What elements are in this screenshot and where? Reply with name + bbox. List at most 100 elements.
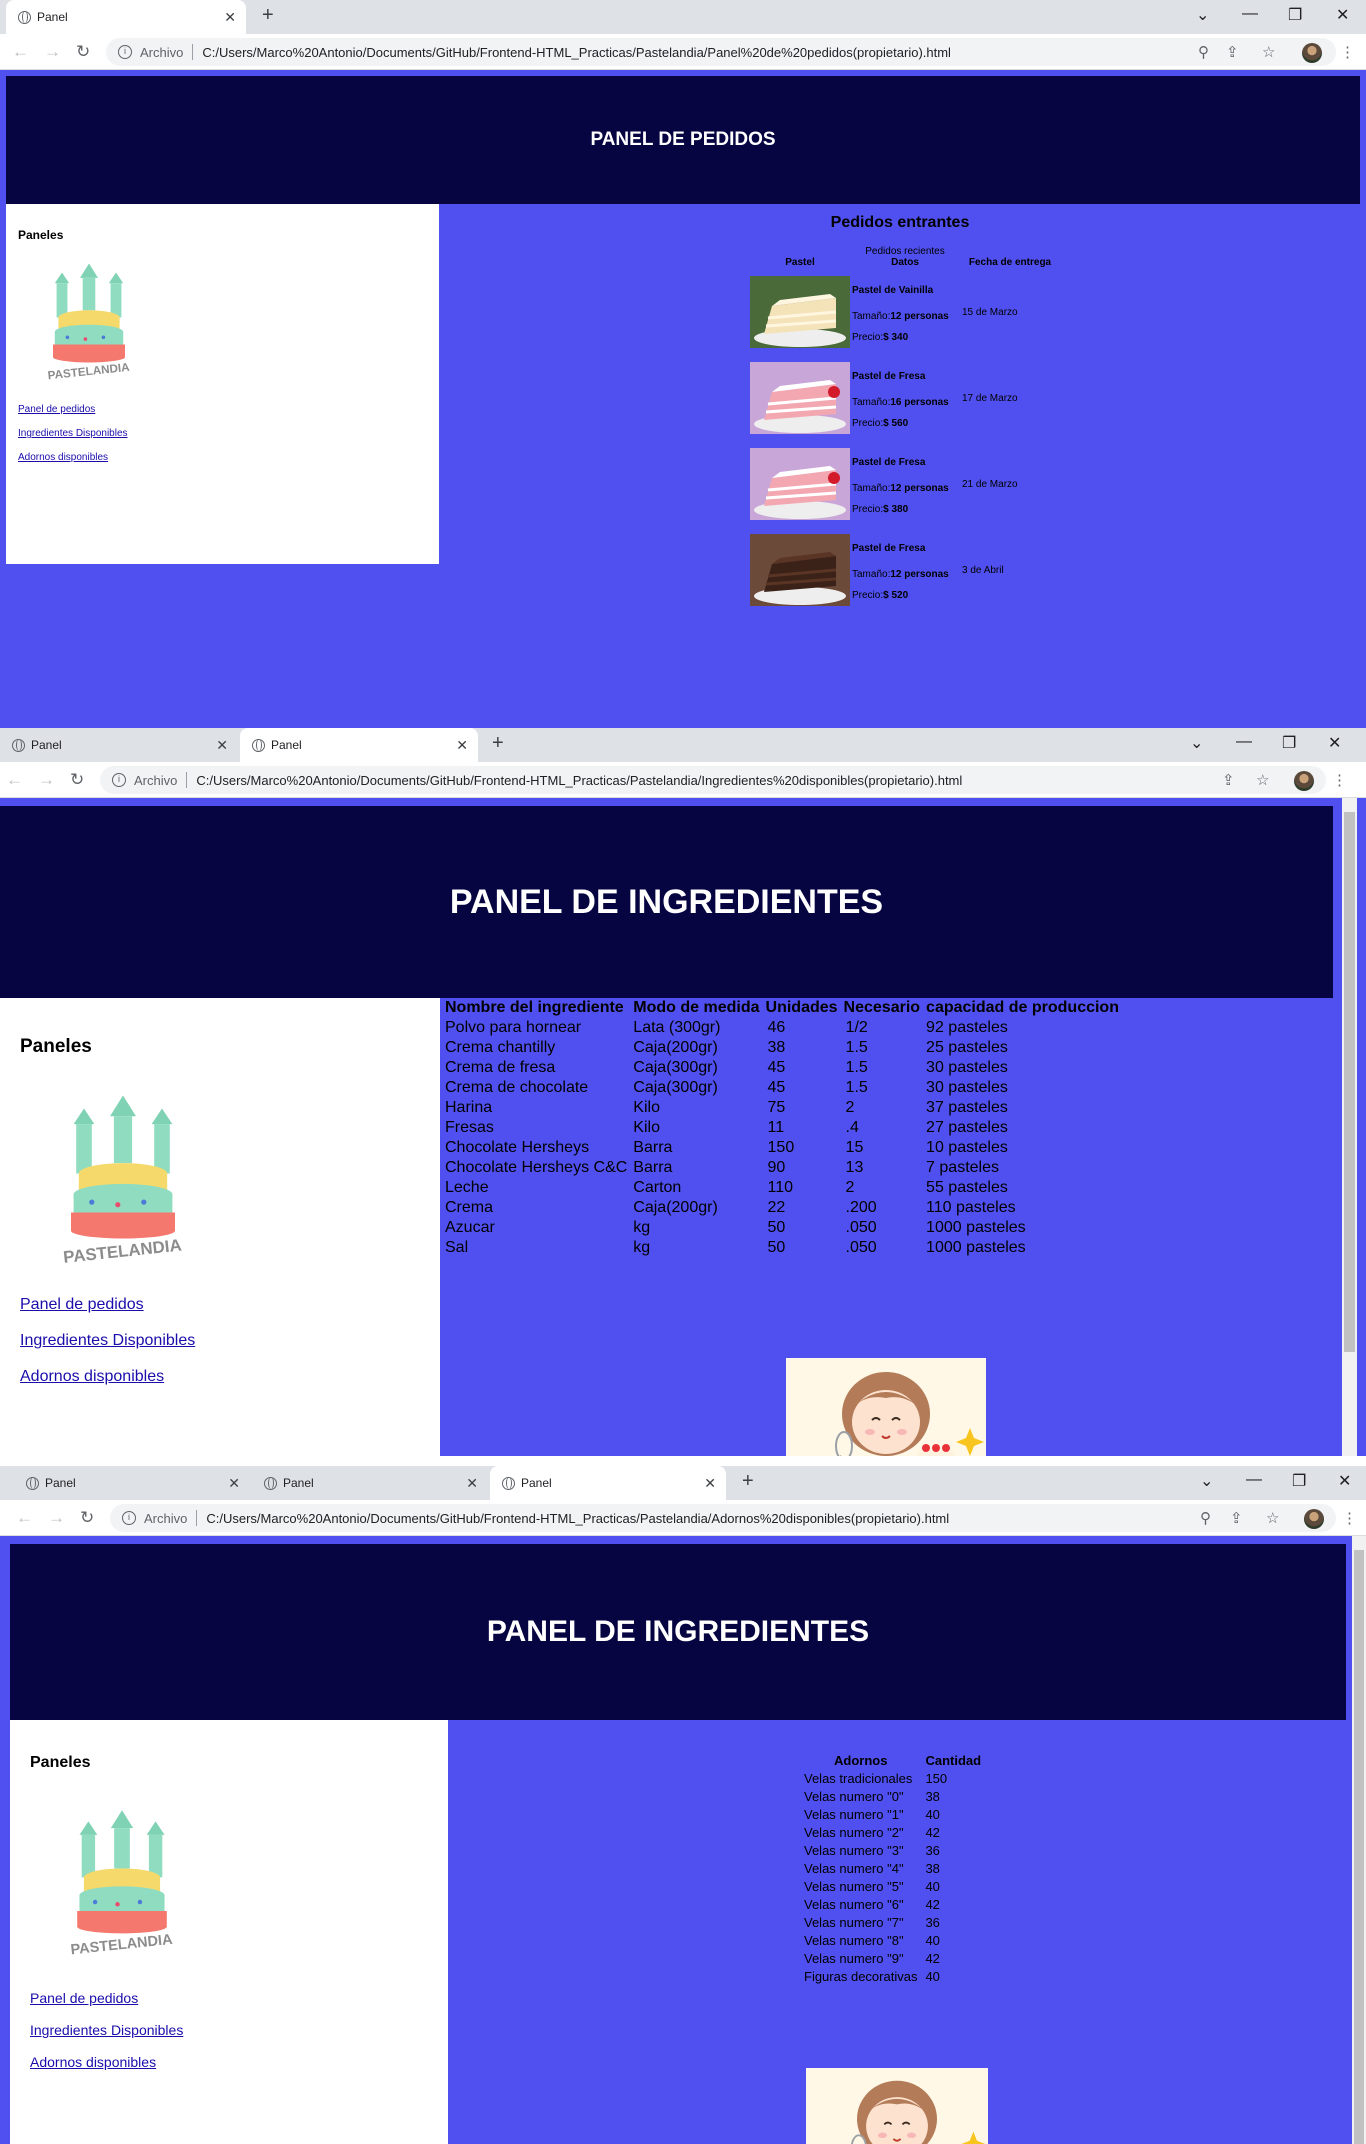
tab-search-icon[interactable]: ⌄ xyxy=(1200,1471,1213,1491)
restore-icon[interactable]: ❐ xyxy=(1282,733,1296,753)
globe-icon xyxy=(252,738,265,752)
forward-icon[interactable]: → xyxy=(44,42,61,62)
adornos-table: Adornos Cantidad Velas tradicionales 150 V… xyxy=(800,1752,985,1986)
ingredient-cell: 45 xyxy=(767,1059,786,1076)
sidebar-link-ingredientes[interactable]: Ingredientes Disponibles xyxy=(18,428,128,439)
bookmark-star-icon[interactable]: ☆ xyxy=(1262,43,1275,61)
ingredient-cell: 25 pasteles xyxy=(926,1039,1008,1056)
profile-avatar[interactable] xyxy=(1294,771,1314,791)
forward-icon[interactable]: → xyxy=(38,770,55,790)
url-text[interactable]: C:/Users/Marco%20Antonio/Documents/GitHu… xyxy=(196,773,962,788)
order-name: Pastel de Fresa xyxy=(852,371,926,382)
restore-icon[interactable]: ❐ xyxy=(1292,1471,1306,1491)
page-header: PANEL DE INGREDIENTES xyxy=(0,806,1333,998)
share-icon[interactable]: ⇪ xyxy=(1226,43,1239,61)
back-icon[interactable]: ← xyxy=(16,1508,33,1528)
restore-icon[interactable]: ❐ xyxy=(1288,5,1302,25)
scrollbar[interactable] xyxy=(1342,798,1357,1456)
scrollbar[interactable] xyxy=(1352,1536,1366,2144)
address-bar[interactable]: i Archivo C:/Users/Marco%20Antonio/Docum… xyxy=(106,38,1336,66)
browser-window-pedidos: Panel ✕ + ⌄ — ❐ ✕ ← → ↻ i Archivo C:/Use… xyxy=(0,0,1366,728)
new-tab-icon[interactable]: + xyxy=(492,732,504,755)
info-icon[interactable]: i xyxy=(122,1511,136,1525)
ingredient-cell: 1000 pasteles xyxy=(926,1239,1026,1256)
close-tab-icon[interactable]: ✕ xyxy=(456,737,468,754)
tab-search-icon[interactable]: ⌄ xyxy=(1196,5,1209,25)
reload-icon[interactable]: ↻ xyxy=(80,1508,94,1528)
minimize-icon[interactable]: — xyxy=(1242,5,1258,23)
globe-icon xyxy=(502,1476,515,1490)
globe-icon xyxy=(26,1476,39,1490)
new-tab-icon[interactable]: + xyxy=(262,4,274,27)
new-tab-icon[interactable]: + xyxy=(742,1470,754,1493)
menu-icon[interactable]: ⋮ xyxy=(1340,43,1355,61)
cake-photo xyxy=(750,534,850,606)
reload-icon[interactable]: ↻ xyxy=(70,770,84,790)
close-window-icon[interactable]: ✕ xyxy=(1336,5,1349,25)
sidebar-link-ingredientes[interactable]: Ingredientes Disponibles xyxy=(20,1332,195,1350)
logo-wordmark: PASTELANDIA xyxy=(70,1932,174,1959)
tab-panel-2[interactable]: Panel ✕ xyxy=(252,1466,488,1500)
reload-icon[interactable]: ↻ xyxy=(76,42,90,62)
zoom-icon[interactable]: ⚲ xyxy=(1198,43,1209,61)
close-tab-icon[interactable]: ✕ xyxy=(228,1475,240,1492)
adorno-cell: Velas numero "4" xyxy=(804,1861,904,1876)
sidebar-link-adornos[interactable]: Adornos disponibles xyxy=(30,2054,156,2070)
archivo-label: Archivo xyxy=(134,772,178,788)
sidebar-link-pedidos[interactable]: Panel de pedidos xyxy=(20,1296,144,1314)
profile-avatar[interactable] xyxy=(1304,1509,1324,1529)
sidebar-link-pedidos[interactable]: Panel de pedidos xyxy=(30,1990,138,2006)
zoom-icon[interactable]: ⚲ xyxy=(1200,1509,1211,1527)
scrollbar-thumb[interactable] xyxy=(1354,1550,1364,2144)
minimize-icon[interactable]: — xyxy=(1236,733,1252,751)
ingredient-cell: Harina xyxy=(445,1099,493,1116)
tab-panel-2[interactable]: Panel ✕ xyxy=(240,728,478,762)
tab-panel-3[interactable]: Panel ✕ xyxy=(490,1466,726,1500)
tab-strip: Panel ✕ Panel ✕ Panel ✕ + ⌄ — ❐ ✕ xyxy=(0,1466,1366,1500)
close-window-icon[interactable]: ✕ xyxy=(1338,1471,1351,1491)
size-value: 12 personas xyxy=(890,569,949,580)
adorno-cell: 40 xyxy=(925,1933,940,1948)
address-bar[interactable]: i Archivo C:/Users/Marco%20Antonio/Docum… xyxy=(100,766,1326,794)
order-row: Pastel de Fresa Tamaño:12 personas Precio:… xyxy=(750,534,1060,620)
menu-icon[interactable]: ⋮ xyxy=(1342,1509,1357,1527)
sidebar-link-pedidos[interactable]: Panel de pedidos xyxy=(18,404,95,415)
url-text[interactable]: C:/Users/Marco%20Antonio/Documents/GitHu… xyxy=(206,1511,949,1526)
close-window-icon[interactable]: ✕ xyxy=(1328,733,1341,753)
cake-photo xyxy=(750,276,850,348)
tab-search-icon[interactable]: ⌄ xyxy=(1190,733,1203,753)
tab-panel[interactable]: Panel ✕ xyxy=(6,0,246,34)
share-icon[interactable]: ⇪ xyxy=(1222,771,1235,789)
minimize-icon[interactable]: — xyxy=(1246,1471,1262,1489)
tab-panel-1[interactable]: Panel ✕ xyxy=(0,728,238,762)
ingredient-row: Crema de fresa Caja(300gr) 45 1.5 30 pastele… xyxy=(442,1058,1122,1078)
info-icon[interactable]: i xyxy=(112,773,126,787)
ingredients-table: Nombre del ingrediente Modo de medida Unid… xyxy=(442,998,1122,1258)
address-bar[interactable]: i Archivo C:/Users/Marco%20Antonio/Docum… xyxy=(110,1504,1336,1532)
url-text[interactable]: C:/Users/Marco%20Antonio/Documents/GitHu… xyxy=(202,45,951,60)
scrollbar-thumb[interactable] xyxy=(1344,812,1355,1352)
back-icon[interactable]: ← xyxy=(12,42,29,62)
share-icon[interactable]: ⇪ xyxy=(1230,1509,1243,1527)
close-tab-icon[interactable]: ✕ xyxy=(466,1475,478,1492)
profile-avatar[interactable] xyxy=(1302,43,1322,63)
close-tab-icon[interactable]: ✕ xyxy=(704,1475,716,1492)
ingredient-cell: 38 xyxy=(767,1039,786,1056)
sidebar-link-ingredientes[interactable]: Ingredientes Disponibles xyxy=(30,2022,183,2038)
ingredient-cell: 1.5 xyxy=(845,1079,868,1096)
menu-icon[interactable]: ⋮ xyxy=(1332,771,1347,789)
sidebar-link-adornos[interactable]: Adornos disponibles xyxy=(20,1368,164,1386)
sidebar-title: Paneles xyxy=(18,228,64,242)
info-icon[interactable]: i xyxy=(118,45,132,59)
close-tab-icon[interactable]: ✕ xyxy=(224,9,236,26)
forward-icon[interactable]: → xyxy=(48,1508,65,1528)
bookmark-star-icon[interactable]: ☆ xyxy=(1256,771,1269,789)
close-tab-icon[interactable]: ✕ xyxy=(216,737,228,754)
sidebar-link-adornos[interactable]: Adornos disponibles xyxy=(18,452,108,463)
bookmark-star-icon[interactable]: ☆ xyxy=(1266,1509,1279,1527)
tab-panel-1[interactable]: Panel ✕ xyxy=(14,1466,250,1500)
back-icon[interactable]: ← xyxy=(6,770,23,790)
adorno-cell: 36 xyxy=(925,1843,940,1858)
ingredient-cell: .200 xyxy=(845,1199,877,1216)
adorno-cell: Velas numero "9" xyxy=(804,1951,904,1966)
